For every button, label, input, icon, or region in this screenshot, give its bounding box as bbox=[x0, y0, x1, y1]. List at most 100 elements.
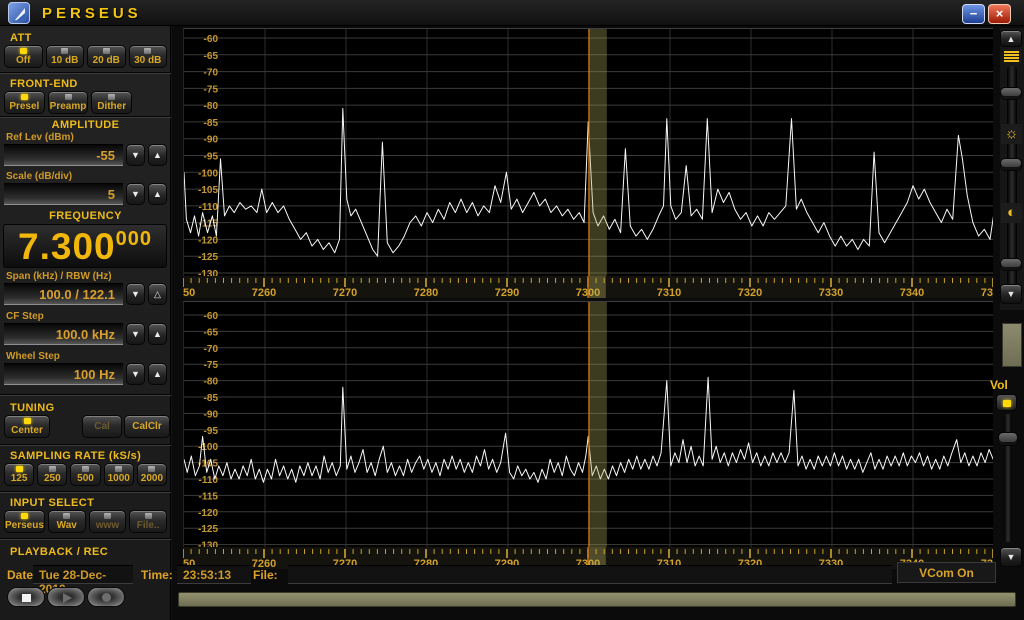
ref-lev-field[interactable]: -55 bbox=[4, 144, 123, 166]
sampling-rate-button-500[interactable]: 500 bbox=[70, 463, 100, 486]
tuning-button-center[interactable]: Center bbox=[4, 415, 50, 438]
tuning-button-calclr[interactable]: CalClr bbox=[124, 415, 170, 438]
divider bbox=[0, 538, 171, 540]
main-axis-down-button[interactable]: ▼ bbox=[1000, 284, 1022, 304]
span-down-button[interactable]: ▼ bbox=[126, 283, 145, 305]
time-value: 23:53:13 bbox=[177, 565, 251, 584]
main-spectrum-plot[interactable]: -60-65-70-75-80-85-90-95-100-105-110-115… bbox=[183, 28, 993, 276]
input-select-button-www[interactable]: www bbox=[89, 510, 127, 533]
scale-down-button[interactable]: ▼ bbox=[126, 183, 145, 205]
tuning-button-cal[interactable]: Cal bbox=[82, 415, 122, 438]
brightness-sun-icon[interactable]: ☼ bbox=[1001, 124, 1022, 144]
vcom-status-badge[interactable]: VCom On bbox=[897, 562, 996, 583]
frequency-display[interactable]: 7.300000 bbox=[3, 224, 167, 268]
play-icon bbox=[63, 593, 72, 603]
sampling-rate-button-1000[interactable]: 1000 bbox=[104, 463, 134, 486]
record-icon bbox=[102, 593, 111, 602]
scale-field[interactable]: 5 bbox=[4, 183, 123, 205]
button-label: www bbox=[96, 521, 119, 531]
close-button[interactable]: × bbox=[988, 4, 1011, 24]
att-button-10-db[interactable]: 10 dB bbox=[46, 45, 85, 68]
secondary-axis-down-button[interactable]: ▼ bbox=[1000, 547, 1022, 567]
input-select-button-file-[interactable]: File.. bbox=[129, 510, 167, 533]
file-value bbox=[288, 565, 892, 584]
db-tick-label: -120 bbox=[198, 235, 218, 246]
stop-button[interactable] bbox=[7, 587, 45, 607]
scroll-elevator[interactable] bbox=[1002, 323, 1022, 367]
att-button-30-db[interactable]: 30 dB bbox=[129, 45, 168, 68]
db-tick-label: -120 bbox=[198, 508, 218, 519]
app-logo-icon bbox=[8, 2, 30, 24]
db-tick-label: -90 bbox=[204, 409, 219, 420]
button-label: File.. bbox=[137, 521, 160, 531]
front-end-button-preamp[interactable]: Preamp bbox=[48, 91, 89, 114]
secondary-spectrum-plot[interactable]: -60-65-70-75-80-85-90-95-100-105-110-115… bbox=[183, 301, 993, 547]
freq-tick-label: 7320 bbox=[738, 287, 762, 298]
spectrum-region: -60-65-70-75-80-85-90-95-100-105-110-115… bbox=[172, 26, 1024, 620]
led-indicator bbox=[49, 466, 56, 472]
input-select-button-wav[interactable]: Wav bbox=[48, 510, 86, 533]
cf-step-field[interactable]: 100.0 kHz bbox=[4, 323, 123, 345]
button-label: 2000 bbox=[141, 474, 163, 484]
contrast-icon[interactable]: ◐ bbox=[1001, 203, 1022, 223]
att-button-20-db[interactable]: 20 dB bbox=[87, 45, 126, 68]
slider-handle[interactable] bbox=[1000, 158, 1022, 171]
minimize-button[interactable]: − bbox=[962, 4, 985, 24]
control-panel: ATT Off10 dB20 dB30 dB FRONT-END PreselP… bbox=[0, 26, 171, 620]
volume-mute-button[interactable] bbox=[996, 394, 1017, 411]
freq-tick-label: 7340 bbox=[900, 287, 924, 298]
amplitude-header: AMPLITUDE bbox=[0, 119, 171, 131]
button-label: 500 bbox=[77, 474, 94, 484]
scale-up-button[interactable]: ▲ bbox=[148, 183, 167, 205]
sampling-rate-button-125[interactable]: 125 bbox=[4, 463, 34, 486]
span-field[interactable]: 100.0 / 122.1 bbox=[4, 283, 123, 305]
led-indicator bbox=[82, 466, 89, 472]
title-bar[interactable]: PERSEUS − × bbox=[0, 0, 1024, 26]
cf-step-down-button[interactable]: ▼ bbox=[126, 323, 145, 345]
sampling-rate-button-2000[interactable]: 2000 bbox=[137, 463, 167, 486]
front-end-button-group: PreselPreampDither bbox=[4, 91, 132, 114]
menu-lines-icon[interactable] bbox=[1001, 49, 1022, 65]
ref-lev-down-button[interactable]: ▼ bbox=[126, 144, 145, 166]
play-button[interactable] bbox=[47, 587, 85, 607]
volume-slider-handle[interactable] bbox=[998, 432, 1018, 446]
wheel-step-down-button[interactable]: ▼ bbox=[126, 363, 145, 385]
db-tick-label: -90 bbox=[204, 135, 219, 146]
input-select-header: INPUT SELECT bbox=[10, 497, 94, 509]
db-tick-label: -65 bbox=[204, 51, 219, 62]
perseus-window: PERSEUS − × ATT Off10 dB20 dB30 dB FRONT… bbox=[0, 0, 1024, 620]
att-button-off[interactable]: Off bbox=[4, 45, 43, 68]
sampling-rate-button-250[interactable]: 250 bbox=[37, 463, 67, 486]
playback-position-bar[interactable] bbox=[178, 592, 1016, 607]
input-select-button-perseus[interactable]: Perseus bbox=[4, 510, 45, 533]
button-label: 250 bbox=[44, 474, 61, 484]
record-button[interactable] bbox=[87, 587, 125, 607]
input-select-button-group: Perseus Wav www File.. bbox=[4, 510, 167, 533]
volume-label: Vol bbox=[990, 378, 1020, 392]
front-end-button-presel[interactable]: Presel bbox=[4, 91, 45, 114]
db-tick-label: -85 bbox=[204, 393, 219, 404]
sampling-rate-header: SAMPLING RATE (kS/s) bbox=[10, 450, 141, 462]
led-indicator bbox=[63, 513, 70, 519]
front-end-button-dither[interactable]: Dither bbox=[91, 91, 132, 114]
slider-handle[interactable] bbox=[1000, 258, 1022, 271]
scroll-up-button[interactable]: ▲ bbox=[1000, 30, 1022, 47]
ref-lev-up-button[interactable]: ▲ bbox=[148, 144, 167, 166]
led-indicator bbox=[115, 466, 122, 472]
wheel-step-up-button[interactable]: ▲ bbox=[148, 363, 167, 385]
led-indicator bbox=[24, 418, 31, 424]
db-tick-label: -125 bbox=[198, 252, 218, 263]
wheel-step-field[interactable]: 100 Hz bbox=[4, 363, 123, 385]
main-frequency-axis: 7250726072707280729073007310732073307340… bbox=[183, 276, 993, 298]
freq-tick-label: 7250 bbox=[183, 287, 195, 298]
db-tick-label: -60 bbox=[204, 311, 219, 322]
db-tick-label: -95 bbox=[204, 151, 219, 162]
stop-icon bbox=[22, 594, 31, 602]
db-tick-label: -110 bbox=[199, 202, 219, 213]
button-label: Wav bbox=[57, 521, 77, 531]
span-up-button[interactable]: △ bbox=[148, 283, 167, 305]
cf-step-up-button[interactable]: ▲ bbox=[148, 323, 167, 345]
db-tick-label: -130 bbox=[198, 269, 218, 276]
led-indicator bbox=[108, 94, 115, 100]
slider-handle[interactable] bbox=[1000, 87, 1022, 100]
